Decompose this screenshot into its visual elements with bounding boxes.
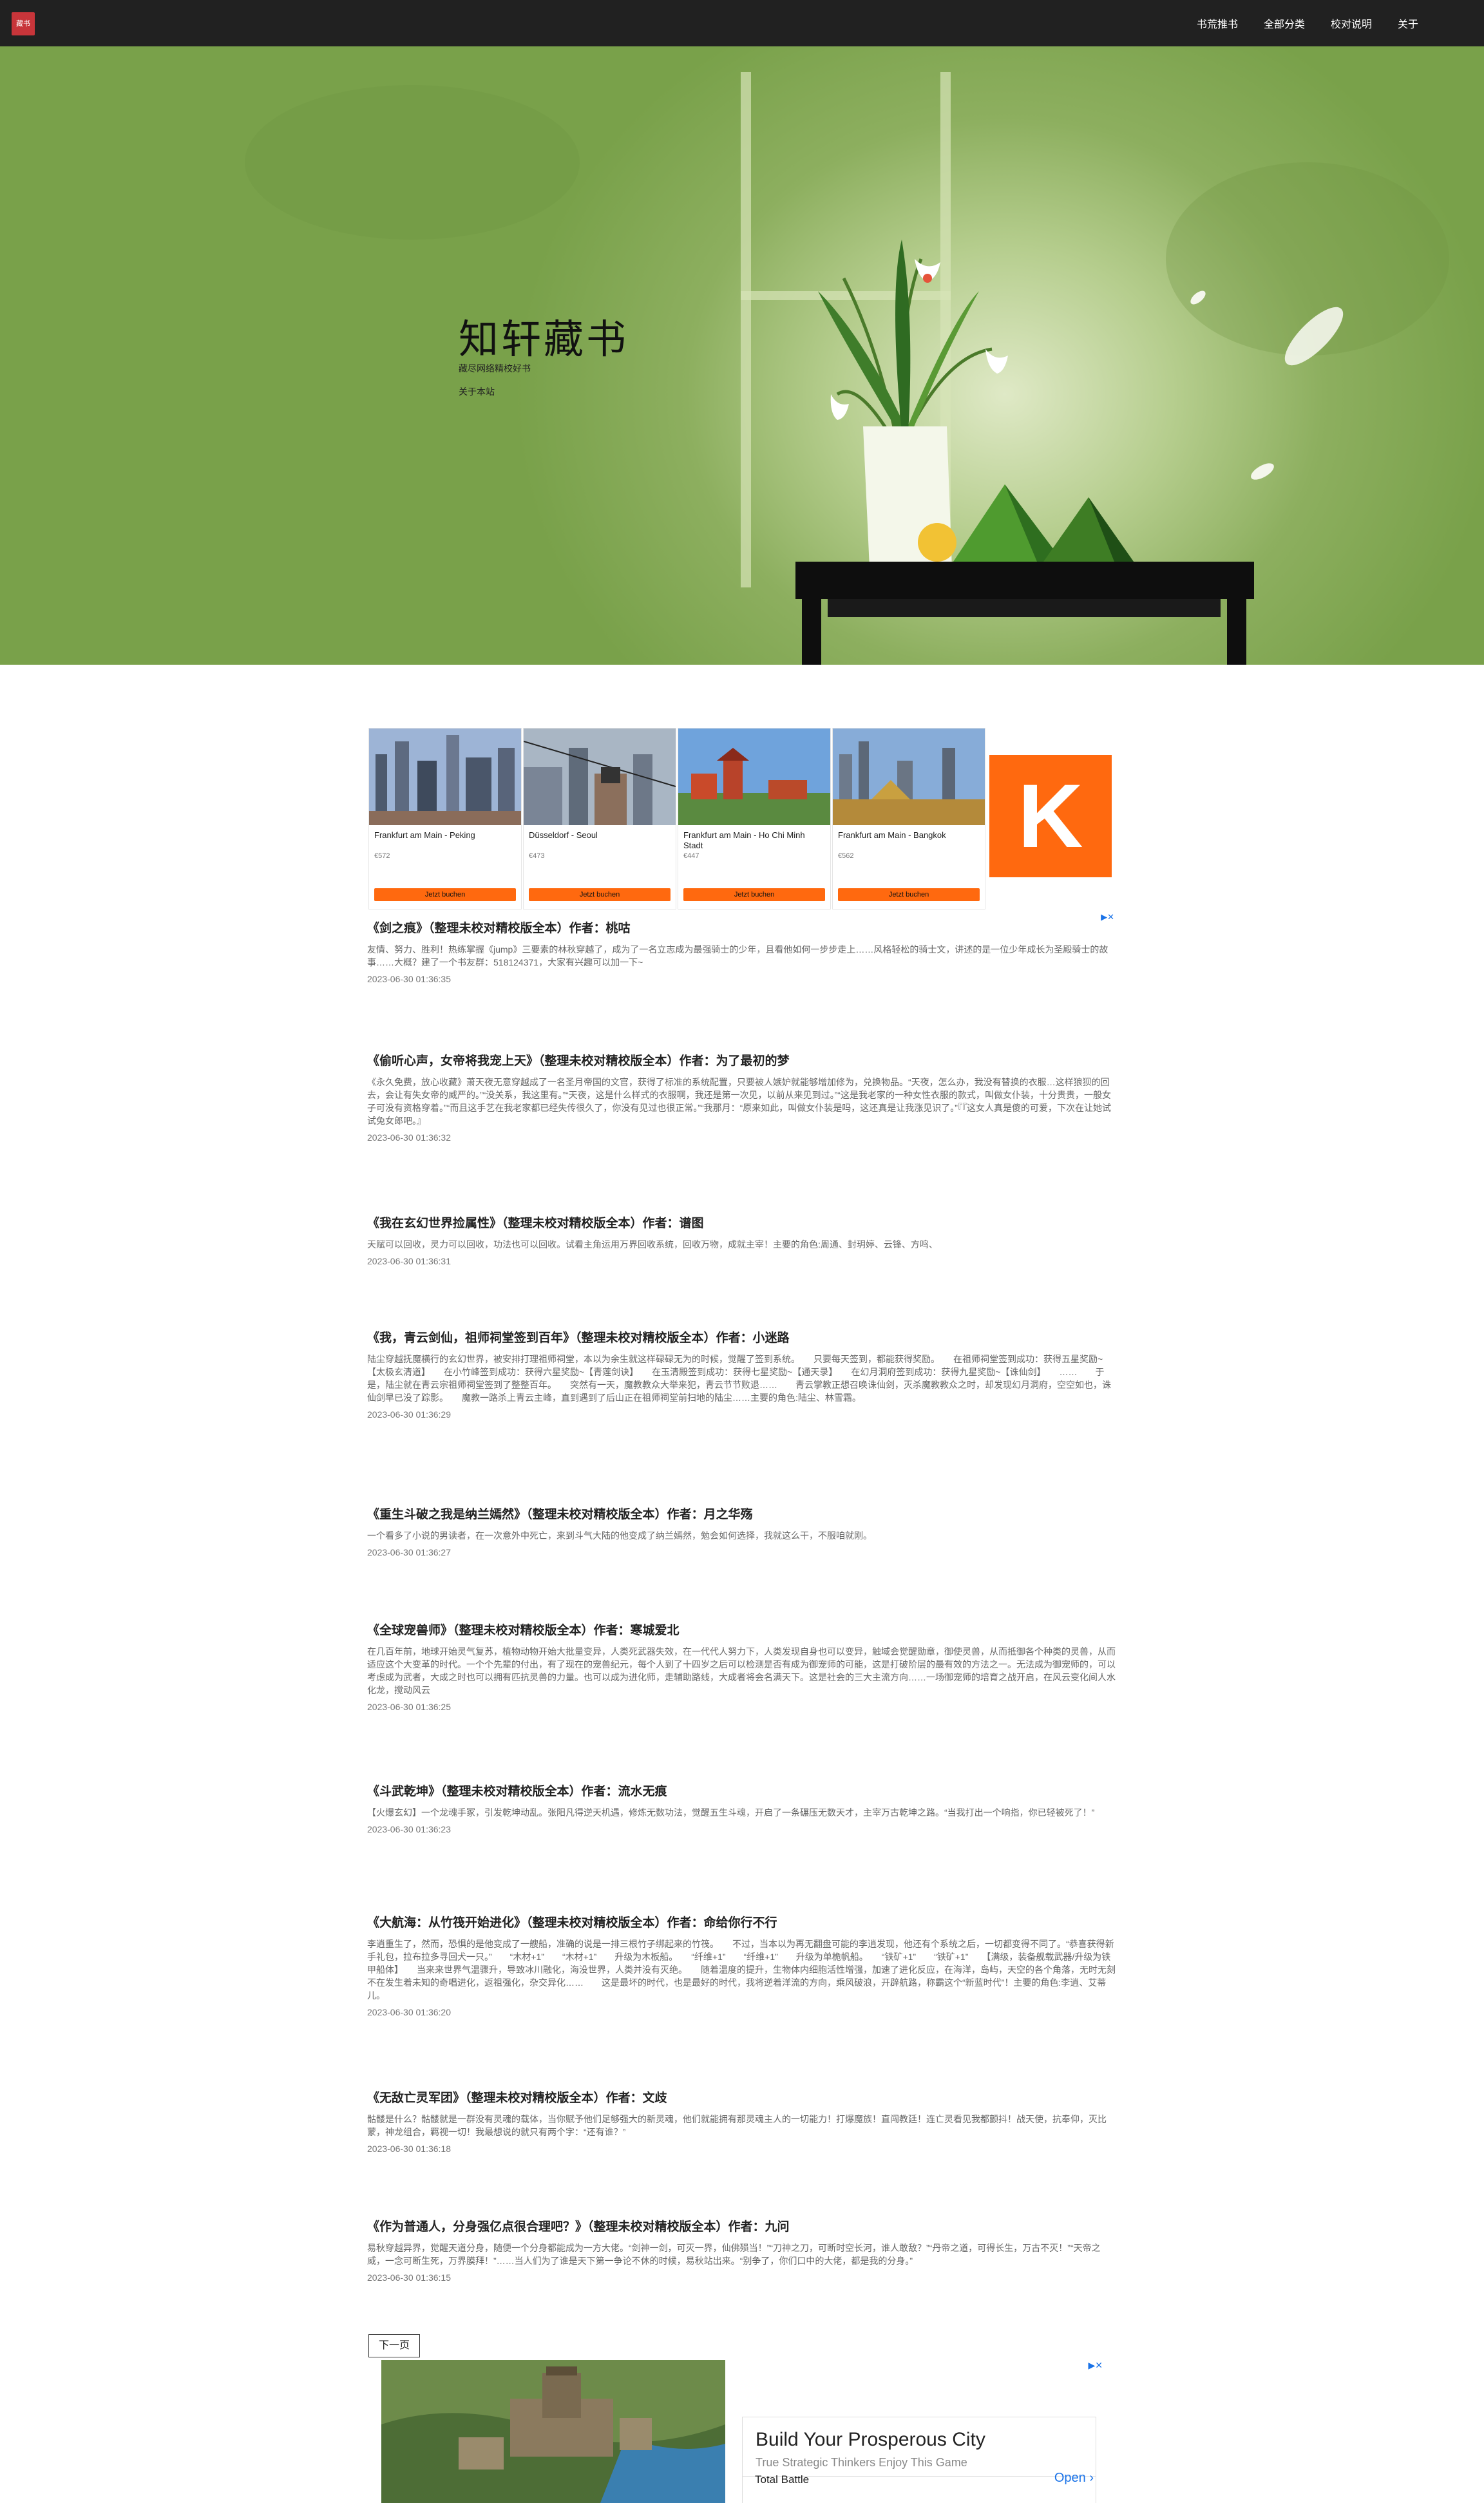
ad-route: Frankfurt am Main - Bangkok — [838, 830, 946, 840]
list-item: 《大航海：从竹筏开始进化》（整理未校对精校版全本）作者：命给你行不行 李逍重生了… — [367, 1916, 1117, 2017]
book-title-link[interactable]: 《斗武乾坤》（整理未校对精校版全本）作者：流水无痕 — [367, 1784, 1117, 1800]
list-item: 《斗武乾坤》（整理未校对精校版全本）作者：流水无痕 【火爆玄幻】一个龙魂手冢，引… — [367, 1784, 1117, 1834]
ad-price: €562 — [838, 852, 854, 860]
book-title-link[interactable]: 《无敌亡灵军团》（整理未校对精校版全本）作者：文歧 — [367, 2091, 1117, 2106]
book-timestamp: 2023-06-30 01:36:25 — [367, 1702, 451, 1712]
book-now-button[interactable]: Jetzt buchen — [683, 888, 825, 901]
book-title-link[interactable]: 《重生斗破之我是纳兰嫣然》（整理未校对精校版全本）作者：月之华殇 — [367, 1507, 1117, 1523]
chevron-right-icon: › — [1089, 2471, 1094, 2485]
ad-price: €473 — [529, 852, 545, 860]
flight-ad[interactable]: Frankfurt am Main - Peking €572 Jetzt bu… — [367, 728, 1117, 922]
book-timestamp: 2023-06-30 01:36:32 — [367, 1132, 451, 1143]
book-timestamp: 2023-06-30 01:36:35 — [367, 974, 451, 984]
book-description: 天赋可以回收，灵力可以回收，功法也可以回收。试看主角运用万界回收系统，回收万物，… — [367, 1239, 938, 1250]
about-link[interactable]: 关于本站 — [459, 385, 495, 398]
site-logo-text: 藏书 — [16, 20, 30, 28]
book-title-link[interactable]: 《剑之痕》（整理未校对精校版全本）作者：桃咕 — [367, 921, 1117, 937]
game-ad-image — [381, 2360, 725, 2503]
nav-about[interactable]: 关于 — [1398, 15, 1418, 31]
book-title-link[interactable]: 《作为普通人，分身强亿点很合理吧？》（整理未校对精校版全本）作者：九问 — [367, 2220, 1117, 2235]
list-item: 《剑之痕》（整理未校对精校版全本）作者：桃咕 友情、努力、胜利！热练掌握《jum… — [367, 921, 1117, 984]
book-description: 易秋穿越异界，觉醒天道分身，随便一个分身都能成为一方大佬。“剑神一剑，可灭一界，… — [367, 2243, 1101, 2266]
book-timestamp: 2023-06-30 01:36:23 — [367, 1824, 451, 1834]
ad-route: Frankfurt am Main - Ho Chi Minh Stadt — [683, 830, 805, 850]
nav-proofread-guide[interactable]: 校对说明 — [1331, 15, 1372, 31]
book-description: 《永久免费，放心收藏》萧天夜无意穿越成了一名圣月帝国的文官，获得了标准的系统配置… — [367, 1077, 1111, 1126]
site-title: 知轩藏书 — [459, 318, 629, 362]
list-item: 《偷听心声，女帝将我宠上天》（整理未校对精校版全本）作者：为了最初的梦 《永久免… — [367, 1054, 1117, 1143]
book-timestamp: 2023-06-30 01:36:20 — [367, 2007, 451, 2017]
book-description: 一个看多了小说的男读者，在一次意外中死亡，来到斗气大陆的他变成了纳兰嫣然，勉会如… — [367, 1530, 872, 1541]
ad-subline: True Strategic Thinkers Enjoy This Game — [756, 2456, 967, 2469]
list-item: 《全球宠兽师》（整理未校对精校版全本）作者：寒城爱北 在几百年前，地球开始灵气复… — [367, 1623, 1117, 1712]
game-ad[interactable]: Build Your Prosperous City True Strategi… — [381, 2360, 1105, 2503]
site-subtitle: 藏尽网络精校好书 — [459, 363, 531, 374]
ad-route: Düsseldorf - Seoul — [529, 830, 598, 840]
kayak-logo-letter: K — [1018, 765, 1083, 866]
book-now-button[interactable]: Jetzt buchen — [374, 888, 516, 901]
city-photo — [833, 728, 985, 825]
ad-route: Frankfurt am Main - Peking — [374, 830, 475, 840]
book-title-link[interactable]: 《偷听心声，女帝将我宠上天》（整理未校对精校版全本）作者：为了最初的梦 — [367, 1054, 1117, 1069]
book-title-link[interactable]: 《我，青云剑仙，祖师祠堂签到百年》（整理未校对精校版全本）作者：小迷路 — [367, 1331, 1117, 1346]
main-nav: 书荒推书 全部分类 校对说明 关于 — [1197, 0, 1418, 46]
book-timestamp: 2023-06-30 01:36:15 — [367, 2272, 451, 2283]
nav-all-categories[interactable]: 全部分类 — [1264, 15, 1305, 31]
book-description: 陆尘穿越抚魔横行的玄幻世界，被安排打理祖师祠堂，本以为余生就这样碌碌无为的时候，… — [367, 1354, 1111, 1403]
hero-illustration — [245, 72, 1449, 665]
next-page-button[interactable]: 下一页 — [368, 2334, 420, 2357]
book-timestamp: 2023-06-30 01:36:27 — [367, 1547, 451, 1557]
hero-banner: 知轩藏书 藏尽网络精校好书 关于本站 — [0, 46, 1484, 665]
book-description: 李逍重生了，然而，恐惧的是他变成了一艘船，准确的说是一排三根竹子绑起来的竹筏。 … — [367, 1939, 1116, 2001]
book-timestamp: 2023-06-30 01:36:18 — [367, 2144, 451, 2154]
city-photo — [678, 728, 830, 825]
adchoices-icon[interactable]: ▶✕ — [1089, 2360, 1103, 2371]
ad-price: €572 — [374, 852, 390, 860]
ad-card[interactable]: Frankfurt am Main - Ho Chi Minh Stadt €4… — [678, 728, 831, 909]
open-button[interactable]: Open › — [1054, 2471, 1094, 2486]
ad-card[interactable]: Frankfurt am Main - Peking €572 Jetzt bu… — [368, 728, 522, 909]
ad-headline: Build Your Prosperous City — [756, 2429, 985, 2450]
book-now-button[interactable]: Jetzt buchen — [838, 888, 980, 901]
city-photo — [369, 728, 521, 825]
ad-card[interactable]: Düsseldorf - Seoul €473 Jetzt buchen — [523, 728, 676, 909]
nav-recommend[interactable]: 书荒推书 — [1197, 15, 1238, 31]
site-logo[interactable]: 藏书 — [12, 12, 35, 35]
top-navbar: 藏书 书荒推书 全部分类 校对说明 关于 — [0, 0, 1484, 46]
book-description: 友情、努力、胜利！热练掌握《jump》三要素的林秋穿越了，成为了一名立志成为最强… — [367, 944, 1108, 967]
list-item: 《我在玄幻世界捡属性》（整理未校对精校版全本）作者：谱图 天赋可以回收，灵力可以… — [367, 1216, 1117, 1266]
book-timestamp: 2023-06-30 01:36:31 — [367, 1256, 451, 1266]
book-title-link[interactable]: 《我在玄幻世界捡属性》（整理未校对精校版全本）作者：谱图 — [367, 1216, 1117, 1232]
list-item: 《作为普通人，分身强亿点很合理吧？》（整理未校对精校版全本）作者：九问 易秋穿越… — [367, 2220, 1117, 2283]
book-description: 【火爆玄幻】一个龙魂手冢，引发乾坤动乱。张阳凡得逆天机遇，修炼无数功法，觉醒五生… — [367, 1807, 1095, 1818]
list-item: 《我，青云剑仙，祖师祠堂签到百年》（整理未校对精校版全本）作者：小迷路 陆尘穿越… — [367, 1331, 1117, 1420]
book-description: 在几百年前，地球开始灵气复苏，植物动物开始大批量变异，人类死武器失效，在一代代人… — [367, 1646, 1116, 1695]
city-photo — [524, 728, 676, 825]
ad-price: €447 — [683, 852, 699, 860]
ad-brand: Total Battle — [755, 2473, 810, 2486]
book-timestamp: 2023-06-30 01:36:29 — [367, 1409, 451, 1420]
list-item: 《无敌亡灵军团》（整理未校对精校版全本）作者：文歧 骷髅是什么？骷髅就是一群没有… — [367, 2091, 1117, 2154]
book-now-button[interactable]: Jetzt buchen — [529, 888, 671, 901]
book-title-link[interactable]: 《大航海：从竹筏开始进化》（整理未校对精校版全本）作者：命给你行不行 — [367, 1916, 1117, 1931]
book-title-link[interactable]: 《全球宠兽师》（整理未校对精校版全本）作者：寒城爱北 — [367, 1623, 1117, 1639]
ad-card[interactable]: Frankfurt am Main - Bangkok €562 Jetzt b… — [832, 728, 985, 909]
kayak-logo[interactable]: K — [989, 755, 1112, 877]
open-label: Open — [1054, 2471, 1086, 2485]
book-description: 骷髅是什么？骷髅就是一群没有灵魂的载体，当你赋予他们足够强大的新灵魂，他们就能拥… — [367, 2114, 1107, 2137]
list-item: 《重生斗破之我是纳兰嫣然》（整理未校对精校版全本）作者：月之华殇 一个看多了小说… — [367, 1507, 1117, 1557]
ad-info-panel[interactable]: Build Your Prosperous City True Strategi… — [742, 2417, 1096, 2503]
